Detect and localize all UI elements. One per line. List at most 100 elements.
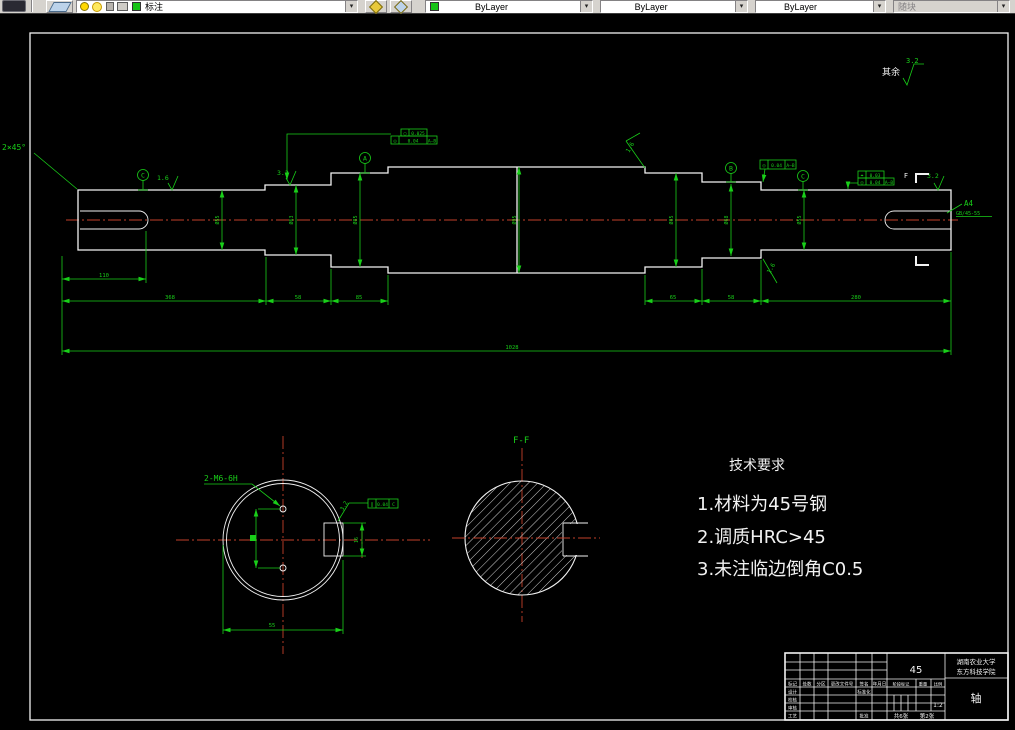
svg-text:校核: 校核 bbox=[788, 697, 797, 704]
roughness-1-6-slanted: 1.6 bbox=[625, 132, 646, 169]
svg-text:Ø68: Ø68 bbox=[723, 215, 730, 224]
svg-text:Ø95: Ø95 bbox=[511, 215, 518, 224]
layer-properties-button[interactable] bbox=[46, 0, 73, 13]
svg-text:年月日: 年月日 bbox=[873, 681, 887, 688]
svg-text:比例: 比例 bbox=[934, 681, 942, 688]
material-cell: 45 bbox=[910, 665, 923, 676]
svg-text:1.6: 1.6 bbox=[157, 174, 169, 182]
color-combo[interactable]: ByLayer ▾ bbox=[425, 0, 593, 13]
tech-req-item-3: 3.未注临边倒角C0.5 bbox=[697, 559, 863, 580]
tech-req-title: 技术要求 bbox=[729, 458, 785, 474]
svg-text:工艺: 工艺 bbox=[788, 714, 797, 720]
general-roughness-label: 其余 bbox=[882, 66, 900, 78]
chevron-down-icon[interactable]: ▾ bbox=[735, 1, 747, 12]
svg-text:A–B: A–B bbox=[786, 163, 794, 169]
layers-icon bbox=[47, 1, 72, 12]
current-layer-name: 标注 bbox=[145, 2, 164, 12]
svg-text:58: 58 bbox=[728, 295, 735, 301]
svg-text:签名: 签名 bbox=[860, 681, 869, 688]
layer-previous-button[interactable] bbox=[390, 0, 412, 14]
svg-text:0.04: 0.04 bbox=[771, 163, 782, 169]
layer-combo[interactable]: 标注 ▾ bbox=[76, 0, 358, 13]
svg-text:Ø63: Ø63 bbox=[288, 215, 295, 224]
svg-text:C: C bbox=[141, 172, 145, 180]
svg-text:批准: 批准 bbox=[860, 713, 869, 720]
svg-text:55: 55 bbox=[269, 623, 276, 629]
app-icon[interactable] bbox=[2, 0, 26, 12]
bulb-on-icon bbox=[80, 2, 89, 11]
svg-text:A–B: A–B bbox=[885, 180, 893, 186]
svg-text:0.04: 0.04 bbox=[377, 502, 388, 508]
sun-freeze-icon bbox=[92, 1, 102, 12]
svg-text:处数: 处数 bbox=[803, 681, 812, 688]
color-swatch bbox=[430, 2, 439, 11]
chamfer-text: 2×45° bbox=[2, 143, 26, 152]
svg-text:B: B bbox=[729, 165, 733, 173]
svg-text:Ø85: Ø85 bbox=[352, 215, 359, 224]
section-f-f-view: F-F bbox=[452, 436, 600, 622]
datum-flags: C A B C bbox=[137, 152, 809, 191]
chamfer-note: 2×45° bbox=[2, 143, 78, 190]
roughness-3-2-right: 3.2 bbox=[927, 172, 945, 191]
roughness-3-2: 3.2 bbox=[277, 169, 297, 186]
svg-text:◎: ◎ bbox=[762, 163, 765, 169]
chevron-down-icon[interactable]: ▾ bbox=[579, 1, 592, 12]
roughness-bottom-slanted: 1.6 bbox=[762, 258, 778, 284]
drawing-canvas[interactable]: 其余 3.2 2×45° C A B C 1.6 3.2 1.6 3.2 1.6… bbox=[0, 14, 1015, 730]
scale-value: 1:2 bbox=[933, 702, 943, 709]
svg-text:58: 58 bbox=[295, 295, 302, 301]
svg-text:审核: 审核 bbox=[788, 705, 797, 712]
svg-text:280: 280 bbox=[851, 295, 861, 301]
org-line-2: 东方科技学院 bbox=[957, 667, 997, 676]
lineweight-combo[interactable]: ByLayer ▾ bbox=[755, 0, 886, 13]
part-name: 轴 bbox=[971, 691, 982, 705]
svg-text:◎: ◎ bbox=[393, 139, 396, 145]
svg-text:更改文件号: 更改文件号 bbox=[831, 681, 854, 688]
svg-text:85: 85 bbox=[356, 295, 363, 301]
svg-text:3.2: 3.2 bbox=[340, 500, 350, 512]
svg-text:阶段标记: 阶段标记 bbox=[893, 681, 911, 688]
svg-text:分区: 分区 bbox=[817, 681, 826, 688]
svg-text:0.04: 0.04 bbox=[408, 139, 419, 145]
svg-text:◎: ◎ bbox=[860, 180, 863, 186]
svg-text:设计: 设计 bbox=[788, 689, 797, 696]
sheets-total: 共6张 bbox=[894, 712, 909, 720]
plot-style-value: 随块 bbox=[898, 2, 917, 12]
chevron-down-icon[interactable]: ▾ bbox=[872, 1, 885, 12]
roughness-1-6: 1.6 bbox=[157, 174, 179, 191]
svg-text:标准化: 标准化 bbox=[857, 689, 871, 696]
keyway-callout-line1: A4 bbox=[964, 199, 974, 208]
sheet-number: 第2张 bbox=[920, 712, 935, 720]
linetype-value: ByLayer bbox=[634, 1, 668, 12]
svg-text:Ø55: Ø55 bbox=[214, 215, 221, 224]
linetype-combo[interactable]: ByLayer ▾ bbox=[600, 0, 748, 13]
lineweight-value: ByLayer bbox=[783, 1, 818, 12]
keyway-callout: A4 GB/45-55 bbox=[946, 199, 992, 217]
datum-b: B bbox=[725, 162, 737, 183]
roughness-symbols: 1.6 3.2 1.6 3.2 1.6 bbox=[157, 132, 945, 284]
layer-previous-icon bbox=[393, 0, 409, 14]
plot-style-combo: 随块 ▾ bbox=[893, 0, 1010, 13]
toolbar-separator bbox=[31, 0, 33, 12]
section-cut-marks: F bbox=[904, 172, 929, 266]
fcf-3: ⌖ 0.03 ◎ 0.04 A–B bbox=[845, 170, 895, 189]
lock-icon bbox=[106, 2, 114, 11]
svg-text:重量: 重量 bbox=[919, 681, 927, 688]
layers-toolbar: 标注 ▾ ByLayer ▾ ByLayer ▾ ByLayer ▾ 随块 ▾ bbox=[0, 0, 1015, 14]
sheet-border bbox=[29, 32, 1009, 721]
datum-right: C bbox=[797, 170, 809, 191]
layer-color-swatch bbox=[132, 2, 141, 11]
technical-requirements: 技术要求 1.材料为45号钢 2.调质HRC>45 3.未注临边倒角C0.5 bbox=[697, 458, 863, 580]
layer-diamond-icon bbox=[368, 0, 384, 14]
org-line-1: 湖南农业大学 bbox=[957, 657, 997, 666]
svg-text:C: C bbox=[801, 173, 805, 181]
printer-icon bbox=[117, 2, 128, 11]
svg-text:1.6: 1.6 bbox=[766, 262, 778, 275]
chevron-down-icon[interactable]: ▾ bbox=[345, 1, 357, 12]
make-object-layer-current-button[interactable] bbox=[365, 0, 387, 14]
svg-text:A–B: A–B bbox=[428, 139, 436, 145]
tech-req-item-2: 2.调质HRC>45 bbox=[697, 527, 826, 548]
thread-note: 2-M6-6H bbox=[204, 474, 238, 483]
general-roughness-value: 3.2 bbox=[906, 57, 919, 65]
datum-left: C bbox=[137, 169, 149, 191]
